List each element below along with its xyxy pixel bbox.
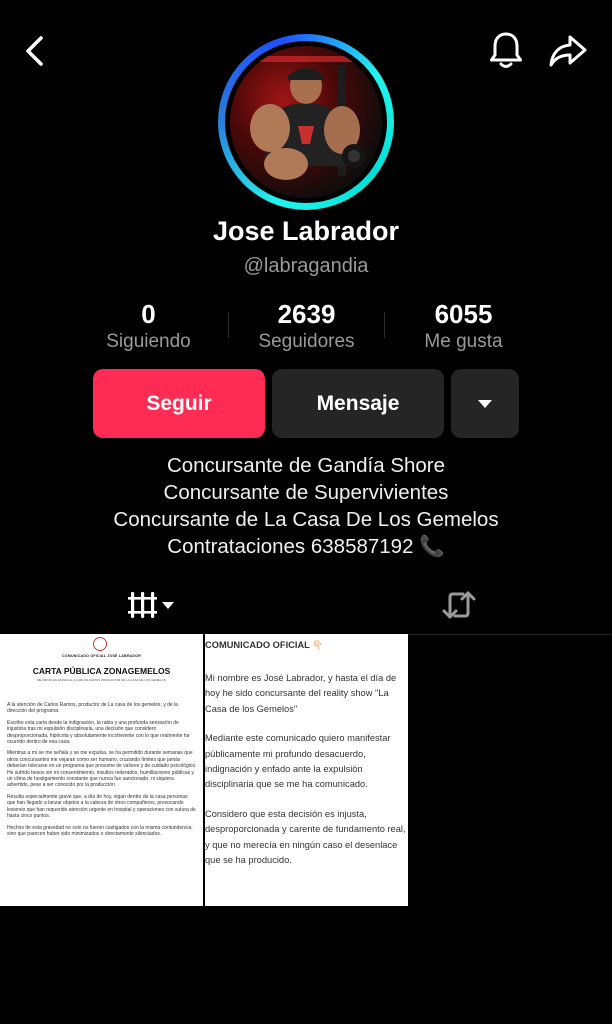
bio-line[interactable]: Contrataciones 638587192 📞 <box>0 533 612 560</box>
profile-bio: Concursante de Gandía Shore Concursante … <box>0 452 612 560</box>
avatar <box>230 46 382 198</box>
more-options-button[interactable] <box>451 369 519 438</box>
video-thumbnail[interactable]: COMUNICADO OFICIAL JOSÉ LABRADOR CARTA P… <box>0 634 203 906</box>
bell-icon <box>490 32 522 68</box>
document-subheading: COMUNICADO OFICIAL JOSÉ LABRADOR <box>61 654 141 658</box>
stat-followers[interactable]: 2639 Seguidores <box>228 298 385 354</box>
logo-icon <box>93 637 107 651</box>
tab-reposts[interactable] <box>306 576 612 634</box>
document-title: CARTA PÚBLICA ZONAGEMELOS <box>32 666 171 676</box>
notifications-button[interactable] <box>486 28 526 72</box>
stat-value: 6055 <box>434 299 493 329</box>
document-body: Mi nombre es José Labrador, y hasta el d… <box>205 645 408 868</box>
stat-value: 0 <box>141 299 156 329</box>
stat-following[interactable]: 0 Siguiendo <box>70 298 227 354</box>
bio-line: Concursante de Gandía Shore <box>166 454 446 477</box>
avatar-ring[interactable] <box>218 34 394 210</box>
document-preview: COMUNICADO OFICIAL JOSÉ LABRADOR CARTA P… <box>0 634 203 906</box>
stat-label: Seguidores <box>258 331 355 352</box>
document-paragraph: Considero que esta decisión es injusta, … <box>205 808 406 866</box>
videos-grid-icon <box>128 592 174 618</box>
document-paragraph: Mi nombre es José Labrador, y hasta el d… <box>205 673 397 714</box>
document-paragraph: Hechos de esta gravedad no solo no fuero… <box>7 824 193 837</box>
stat-label: Me gusta <box>424 331 503 352</box>
stat-label: Siguiendo <box>106 331 191 352</box>
stat-value: 2639 <box>277 299 336 329</box>
video-thumbnail[interactable]: COMUNICADO OFICIAL 👇🏻 Mi nombre es José … <box>205 634 408 906</box>
share-arrow-icon <box>549 35 587 67</box>
document-preview: COMUNICADO OFICIAL 👇🏻 Mi nombre es José … <box>205 634 408 906</box>
bio-line: Concursante de Supervivientes <box>163 481 449 504</box>
chevron-left-icon <box>26 36 43 66</box>
profile-handle: @labragandia <box>243 255 369 277</box>
bio-line: Concursante de La Casa De Los Gemelos <box>113 508 499 531</box>
document-paragraph: Escribo esta carta desde la indignación,… <box>7 719 190 746</box>
avatar-photo-illustration <box>230 46 382 198</box>
document-body: A la atención de Carlos Ramos, productor… <box>7 702 197 842</box>
repost-icon <box>442 591 476 619</box>
avatar-frame <box>225 41 387 203</box>
document-paragraph: Mientras a mí se me señala y se me expul… <box>7 750 197 789</box>
document-paragraph: A la atención de Carlos Ramos, productor… <box>7 702 178 715</box>
tab-videos[interactable] <box>0 576 306 634</box>
stat-likes[interactable]: 6055 Me gusta <box>385 298 542 354</box>
document-tagline: ME DIRIJO EN ESPECIAL A CARLOS RAMOS PRO… <box>37 678 166 682</box>
share-button[interactable] <box>546 30 590 72</box>
profile-tabs <box>0 576 612 634</box>
follow-button[interactable]: Seguir <box>93 369 265 438</box>
profile-name: Jose Labrador <box>212 216 400 246</box>
back-button[interactable] <box>18 32 52 70</box>
caret-down-icon <box>478 399 492 408</box>
document-paragraph: Resulta especialmente grave que, a día d… <box>7 793 196 820</box>
video-grid: COMUNICADO OFICIAL JOSÉ LABRADOR CARTA P… <box>0 634 612 908</box>
message-button[interactable]: Mensaje <box>272 369 444 438</box>
profile-stats: 0 Siguiendo 2639 Seguidores 6055 Me gust… <box>70 298 542 358</box>
document-paragraph: Mediante este comunicado quiero manifest… <box>205 733 391 790</box>
